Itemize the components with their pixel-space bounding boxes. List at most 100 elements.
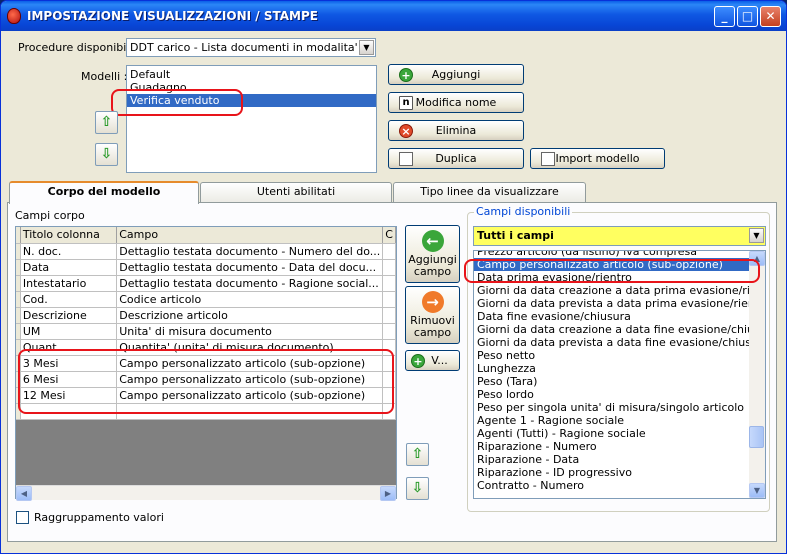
modelli-item[interactable]: Guadagno [127, 81, 376, 94]
campo-item[interactable]: Giorni da data prevista a data prima eva… [474, 297, 765, 310]
tab-utenti-abilitati[interactable]: Utenti abilitati [200, 182, 392, 202]
raggruppamento-checkbox[interactable] [16, 511, 29, 524]
chevron-down-icon[interactable]: ▼ [359, 40, 374, 55]
campo-item[interactable]: Giorni da data creazione a data fine eva… [474, 323, 765, 336]
column-header[interactable]: C [382, 227, 396, 244]
modifica-nome-button[interactable]: n Modifica nome [388, 92, 524, 113]
campo-item[interactable]: Giorni da data prevista a data fine evas… [474, 336, 765, 349]
horizontal-scrollbar[interactable]: ◀ ▶ [16, 485, 396, 501]
table-row[interactable]: Quant. Quantita' (unita' di misura docume… [16, 339, 396, 356]
tab-corpo-del-modello[interactable]: Corpo del modello [9, 181, 199, 204]
campo-item[interactable]: Peso (Tara) [474, 375, 749, 388]
close-button[interactable]: ✕ [760, 6, 781, 27]
table-row[interactable]: Cod. Codice articolo [16, 291, 396, 308]
import-modello-button[interactable]: Import modello [530, 148, 665, 169]
move-down-button[interactable]: ⇩ [95, 143, 118, 166]
titolo-cell[interactable]: Cod. [20, 291, 118, 308]
column-header[interactable]: Titolo colonna [20, 227, 118, 244]
table-row[interactable]: 6 Mesi Campo personalizzato articolo (sub… [16, 371, 396, 388]
campo-cell[interactable]: Dettaglio testata documento - Numero del… [116, 243, 384, 260]
aggiungi-campo-button[interactable]: ← Aggiungi campo [405, 225, 460, 283]
field-move-up-button[interactable]: ⇧ [406, 443, 429, 466]
scroll-down-icon[interactable]: ▼ [749, 483, 765, 498]
campo-item[interactable]: Giorni da data creazione a data prima ev… [474, 284, 765, 297]
rimuovi-campo-button[interactable]: → Rimuovi campo [405, 286, 460, 344]
campo-item[interactable]: Peso lordo [474, 388, 749, 401]
arrow-down-icon: ⇩ [100, 146, 113, 162]
plus-icon: + [399, 68, 413, 82]
campo-cell[interactable]: Dettaglio testata documento - Ragione so… [116, 275, 384, 292]
titolo-cell[interactable]: Intestatario [20, 275, 118, 292]
minimize-button[interactable]: _ [714, 6, 735, 27]
modelli-list[interactable]: Default Guadagno Verifica venduto [126, 65, 377, 173]
raggruppamento-label: Raggruppamento valori [34, 511, 164, 524]
vertical-scrollbar[interactable]: ▲ ▼ [749, 251, 765, 498]
campo-item[interactable]: Data fine evasione/chiusura [474, 310, 749, 323]
procedure-value: DDT carico - Lista documenti in modalita… [130, 41, 357, 54]
table-row[interactable]: Intestatario Dettaglio testata documento … [16, 275, 396, 292]
campo-item[interactable]: Riparazione - Numero [474, 440, 749, 453]
campo-item[interactable]: Peso per singola unita' di misura/singol… [474, 401, 749, 414]
column-header[interactable]: Campo [116, 227, 384, 244]
elimina-button[interactable]: × Elimina [388, 120, 524, 141]
titolo-cell[interactable]: Descrizione [20, 307, 118, 324]
scroll-left-icon[interactable]: ◀ [16, 486, 32, 501]
table-row[interactable]: UM Unita' di misura documento [16, 323, 396, 340]
title-bar[interactable]: IMPOSTAZIONE VISUALIZZAZIONI / STAMPE _ … [1, 1, 786, 31]
plus-icon: + [411, 354, 425, 368]
duplica-button[interactable]: Duplica [388, 148, 524, 169]
scroll-right-icon[interactable]: ▶ [380, 486, 396, 501]
v-button[interactable]: + V... [405, 350, 460, 371]
titolo-cell[interactable]: Data [20, 259, 118, 276]
rimuovi-campo-label: Rimuovi campo [410, 314, 455, 339]
scroll-thumb[interactable] [749, 426, 764, 448]
scroll-up-icon[interactable]: ▲ [749, 251, 765, 266]
campi-corpo-label: Campi corpo [15, 209, 85, 222]
campo-item[interactable]: Contratto - Numero [474, 479, 749, 492]
table-row[interactable]: 3 Mesi Campo personalizzato articolo (sub… [16, 355, 396, 372]
campo-cell[interactable]: Dettaglio testata documento - Data del d… [116, 259, 384, 276]
procedure-select[interactable]: DDT carico - Lista documenti in modalita… [126, 38, 376, 57]
titolo-cell[interactable]: N. doc. [20, 243, 118, 260]
campo-cell[interactable]: Campo personalizzato articolo (sub-opzio… [116, 355, 384, 372]
campo-cell[interactable]: Codice articolo [116, 291, 384, 308]
table-row[interactable]: N. doc. Dettaglio testata documento - Num… [16, 243, 396, 260]
campo-item[interactable]: Prezzo articolo (da listino) iva compres… [474, 251, 749, 258]
campo-cell[interactable]: Quantita' (unita' di misura documento) [116, 339, 384, 356]
campo-item-selected[interactable]: Campo personalizzato articolo (sub-opzio… [474, 258, 749, 271]
campo-cell[interactable]: Campo personalizzato articolo (sub-opzio… [116, 387, 384, 404]
campi-corpo-grid[interactable]: Titolo colonna Campo C N. doc. Dettaglio … [15, 226, 397, 499]
aggiungi-campo-label: Aggiungi campo [408, 253, 457, 278]
titolo-cell[interactable]: 3 Mesi [20, 355, 118, 372]
campo-item[interactable]: Data prima evasione/rientro [474, 271, 749, 284]
modelli-item-selected[interactable]: Verifica venduto [127, 94, 376, 107]
tab-tipo-linee[interactable]: Tipo linee da visualizzare [393, 182, 586, 202]
rename-icon: n [399, 96, 413, 110]
campo-cell[interactable]: Unita' di misura documento [116, 323, 384, 340]
field-move-down-button[interactable]: ⇩ [406, 477, 429, 500]
maximize-button[interactable]: □ [737, 6, 758, 27]
campi-filter-select[interactable]: Tutti i campi ▼ [473, 226, 766, 246]
procedure-label: Procedure disponibili : [18, 41, 140, 54]
aggiungi-button[interactable]: + Aggiungi [388, 64, 524, 85]
titolo-cell[interactable]: UM [20, 323, 118, 340]
campo-cell[interactable]: Descrizione articolo [116, 307, 384, 324]
campo-item[interactable]: Agente 1 - Ragione sociale [474, 414, 749, 427]
titolo-cell[interactable]: 12 Mesi [20, 387, 118, 404]
campi-disponibili-list[interactable]: Prezzo articolo (da listino) iva compres… [473, 250, 766, 499]
campo-item[interactable]: Peso netto [474, 349, 749, 362]
campo-item[interactable]: Riparazione - Data [474, 453, 749, 466]
chevron-down-icon[interactable]: ▼ [749, 228, 764, 243]
titolo-cell[interactable]: Quant. [20, 339, 118, 356]
move-up-button[interactable]: ⇧ [95, 111, 118, 134]
table-row[interactable]: Data Dettaglio testata documento - Data d… [16, 259, 396, 276]
campo-item[interactable]: Agenti (Tutti) - Ragione sociale [474, 427, 749, 440]
campo-item[interactable]: Lunghezza [474, 362, 749, 375]
table-row[interactable] [16, 403, 396, 420]
campo-item[interactable]: Riparazione - ID progressivo [474, 466, 749, 479]
titolo-cell[interactable]: 6 Mesi [20, 371, 118, 388]
modelli-item[interactable]: Default [127, 68, 376, 81]
table-row[interactable]: 12 Mesi Campo personalizzato articolo (su… [16, 387, 396, 404]
table-row[interactable]: Descrizione Descrizione articolo [16, 307, 396, 324]
campo-cell[interactable]: Campo personalizzato articolo (sub-opzio… [116, 371, 384, 388]
